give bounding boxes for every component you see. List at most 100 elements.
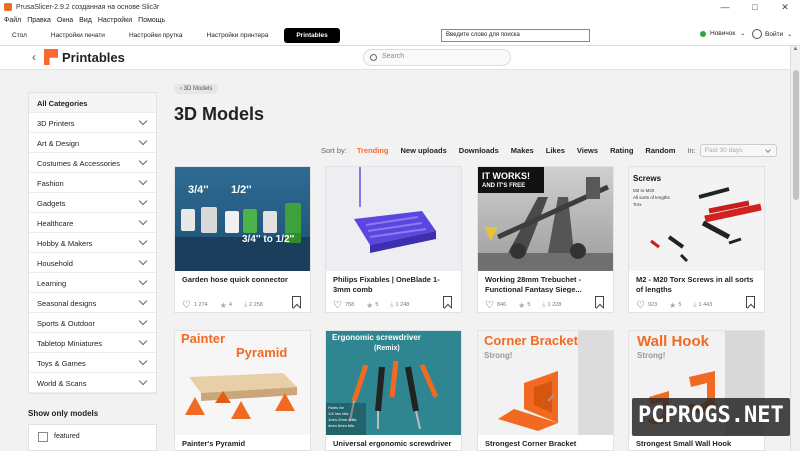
tab-printer-settings[interactable]: Настройки принтера (195, 28, 281, 43)
sort-downloads[interactable]: Downloads (459, 146, 499, 155)
category-item[interactable]: Sports & Outdoor (29, 313, 156, 333)
printables-brand: Printables (62, 49, 125, 65)
page-scrollbar[interactable]: ▲ (790, 46, 800, 451)
model-thumbnail[interactable]: Screws M2 to M20 All sorts of lengths To… (629, 167, 764, 271)
window-title-bar: PrusaSlicer-2.9.2 созданная на основе Sl… (0, 0, 800, 14)
login-button[interactable]: Войти ⌄ (752, 29, 792, 39)
scroll-up-icon[interactable]: ▲ (791, 46, 800, 52)
image-text: M2 to M20 (633, 188, 655, 193)
model-title[interactable]: M2 - M20 Torx Screws in all sorts of len… (629, 271, 764, 293)
menu-file[interactable]: Файл (4, 17, 21, 24)
model-thumbnail[interactable]: Painter Pyramid (175, 331, 310, 435)
tab-filament-settings[interactable]: Настройки прутка (117, 28, 195, 43)
menu-edit[interactable]: Правка (27, 17, 51, 24)
chevron-down-icon (138, 136, 148, 146)
image-text: Torx (633, 202, 642, 207)
category-label: Learning (37, 279, 67, 288)
image-text: IT WORKS! (482, 171, 530, 181)
category-label: Costumes & Accessories (37, 159, 120, 168)
model-title[interactable]: Working 28mm Trebuchet - Functional Fant… (478, 271, 613, 293)
back-arrow-icon[interactable]: ‹ (32, 50, 36, 64)
model-card[interactable]: Ergonomic screwdriver (Remix) Holes for … (325, 330, 462, 451)
heart-icon[interactable]: ♡ (333, 300, 342, 311)
category-item[interactable]: Seasonal designs (29, 293, 156, 313)
model-thumbnail[interactable]: Corner Bracket Strong! (478, 331, 613, 435)
menu-window[interactable]: Окна (57, 17, 73, 24)
menu-settings[interactable]: Настройки (98, 17, 132, 24)
model-thumbnail[interactable]: IT WORKS! AND IT'S FREE (478, 167, 613, 271)
model-thumbnail[interactable]: Ergonomic screwdriver (Remix) Holes for … (326, 331, 461, 435)
sort-likes[interactable]: Likes (546, 146, 565, 155)
model-title[interactable]: Strongest Corner Bracket (478, 435, 613, 451)
model-title[interactable]: Philips Fixables | OneBlade 1-3mm comb (326, 271, 461, 293)
category-item[interactable]: Toys & Games (29, 353, 156, 373)
category-item[interactable]: Fashion (29, 173, 156, 193)
menu-help[interactable]: Помощь (138, 17, 165, 24)
heart-icon[interactable]: ♡ (485, 300, 494, 311)
category-item[interactable]: Hobby & Makers (29, 233, 156, 253)
chevron-down-icon (138, 276, 148, 286)
model-title[interactable]: Painter's Pyramid (175, 435, 310, 451)
category-item[interactable]: Art & Design (29, 133, 156, 153)
model-thumbnail[interactable]: 3/4'' 1/2'' 3/4'' to 1/2'' (175, 167, 310, 271)
category-item[interactable]: 3D Printers (29, 113, 156, 133)
menu-bar: Файл Правка Окна Вид Настройки Помощь (0, 14, 800, 26)
minimize-button[interactable]: — (710, 0, 740, 14)
model-card[interactable]: 3/4'' 1/2'' 3/4'' to 1/2'' Garden hose q… (174, 166, 311, 313)
model-thumbnail[interactable] (326, 167, 461, 271)
image-text: 4mm 6mm bits (328, 423, 355, 428)
maximize-button[interactable]: □ (740, 0, 770, 14)
tab-printables[interactable]: Printables (284, 28, 340, 43)
category-label: World & Scans (37, 379, 87, 388)
bookmark-icon[interactable] (292, 296, 301, 308)
printables-search-input[interactable]: Search (363, 49, 511, 66)
category-item[interactable]: Costumes & Accessories (29, 153, 156, 173)
image-text: 1/4 hex bits (328, 411, 349, 416)
category-item[interactable]: Healthcare (29, 213, 156, 233)
bookmark-icon[interactable] (746, 296, 755, 308)
model-card[interactable]: Corner Bracket Strong! Strongest Corner … (477, 330, 614, 451)
tab-print-settings[interactable]: Настройки печати (39, 28, 117, 43)
sort-random[interactable]: Random (645, 146, 675, 155)
featured-filter[interactable]: featured (28, 424, 157, 451)
category-item[interactable]: Tabletop Miniatures (29, 333, 156, 353)
menu-view[interactable]: Вид (79, 17, 92, 24)
model-title[interactable]: Garden hose quick connector (175, 271, 310, 293)
sort-makes[interactable]: Makes (511, 146, 534, 155)
heart-icon[interactable]: ♡ (636, 300, 645, 311)
tab-plater[interactable]: Стол (0, 28, 39, 43)
mode-selector[interactable]: Новичок ⌄ (700, 30, 745, 37)
login-label: Войти (765, 30, 784, 38)
model-title[interactable]: Strongest Small Wall Hook (629, 435, 764, 451)
image-text: Screws (633, 174, 662, 183)
category-item[interactable]: Learning (29, 273, 156, 293)
model-title[interactable]: Universal ergonomic screwdriver (326, 435, 461, 451)
category-item[interactable]: World & Scans (29, 373, 156, 393)
model-card[interactable]: IT WORKS! AND IT'S FREE Working 28mm Tre… (477, 166, 614, 313)
hose-connector-image (175, 203, 310, 271)
printables-logo[interactable]: Printables (44, 49, 125, 65)
model-card[interactable]: Philips Fixables | OneBlade 1-3mm comb ♡… (325, 166, 462, 313)
sort-rating[interactable]: Rating (610, 146, 633, 155)
image-text: (Remix) (374, 345, 400, 352)
close-button[interactable]: ✕ (770, 0, 800, 14)
model-card[interactable]: Painter Pyramid Painter's Pyramid (174, 330, 311, 451)
scrollbar-thumb[interactable] (793, 70, 799, 200)
settings-search-input[interactable]: Введите слово для поиска (441, 29, 590, 42)
chevron-down-icon (138, 156, 148, 166)
category-all[interactable]: All Categories (29, 93, 156, 113)
tab-bar: Стол Настройки печати Настройки прутка Н… (0, 26, 800, 46)
bookmark-icon[interactable] (443, 296, 452, 308)
featured-checkbox[interactable] (38, 432, 48, 442)
bookmark-icon[interactable] (595, 296, 604, 308)
sort-new-uploads[interactable]: New uploads (401, 146, 447, 155)
category-item[interactable]: Gadgets (29, 193, 156, 213)
sort-views[interactable]: Views (577, 146, 598, 155)
heart-icon[interactable]: ♡ (182, 300, 191, 311)
model-card[interactable]: Screws M2 to M20 All sorts of lengths To… (628, 166, 765, 313)
breadcrumb[interactable]: ‹ 3D Models (174, 84, 219, 94)
sort-trending[interactable]: Trending (357, 146, 389, 155)
period-select[interactable]: Past 30 days (699, 143, 777, 157)
category-item[interactable]: Household (29, 253, 156, 273)
chevron-down-icon (138, 316, 148, 326)
